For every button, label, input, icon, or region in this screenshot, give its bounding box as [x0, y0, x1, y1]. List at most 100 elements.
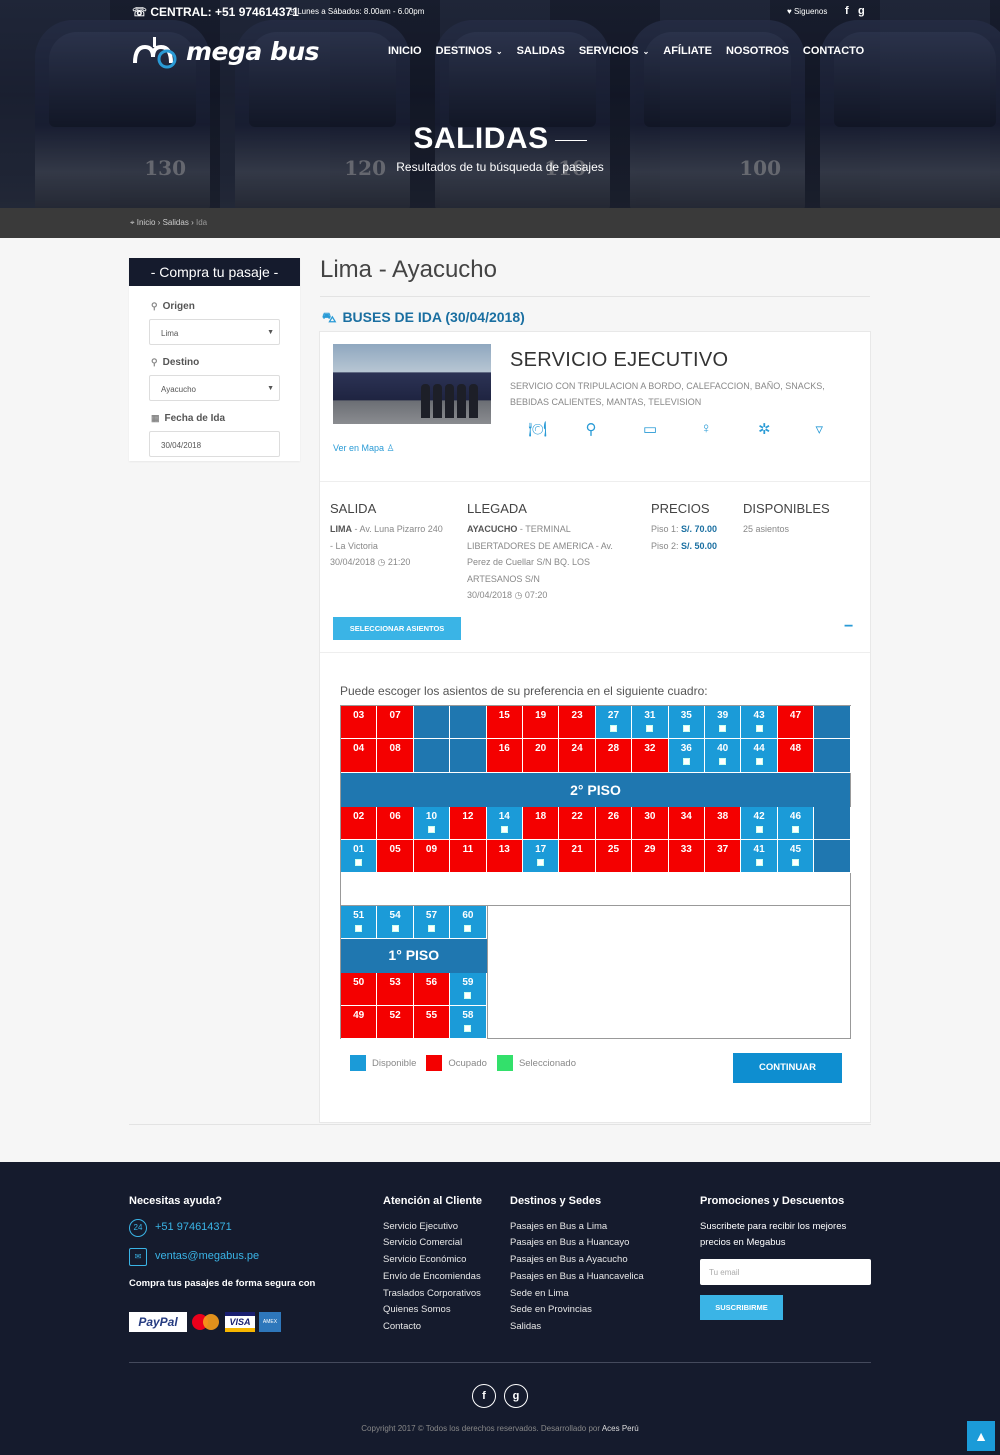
atencion-link[interactable]: Traslados Corporativos — [383, 1286, 482, 1303]
seat-checkbox[interactable] — [464, 991, 472, 999]
seat-50: 50 — [341, 972, 378, 1006]
seat-checkbox[interactable] — [755, 725, 763, 732]
collapse-icon[interactable]: − — [844, 618, 853, 636]
breadcrumb-salidas[interactable]: Salidas — [163, 218, 189, 227]
google-plus-icon[interactable]: g — [858, 5, 865, 17]
seat-44[interactable]: 44 — [741, 739, 778, 773]
newsletter-email-input[interactable]: Tu email — [700, 1259, 871, 1285]
destinos-link[interactable]: Pasajes en Bus a Huancayo — [510, 1235, 644, 1252]
fecha-ida-input[interactable]: 30/04/2018 — [149, 431, 280, 457]
seat-59[interactable]: 59 — [450, 972, 487, 1006]
seat-checkbox[interactable] — [719, 758, 727, 766]
paypal-logo: PayPal — [129, 1312, 187, 1332]
seat-57[interactable]: 57 — [413, 906, 451, 940]
seat-54[interactable]: 54 — [377, 906, 414, 940]
seat-checkbox[interactable] — [537, 858, 545, 866]
seat-29: 29 — [632, 839, 669, 874]
seat-39[interactable]: 39 — [705, 706, 742, 740]
seat-22: 22 — [559, 806, 596, 840]
seat-20: 20 — [523, 739, 560, 773]
seat-checkbox[interactable] — [755, 825, 763, 833]
seat-45[interactable]: 45 — [777, 839, 815, 874]
facebook-icon[interactable]: f — [845, 5, 849, 17]
seat-60[interactable]: 60 — [450, 906, 487, 940]
ver-mapa-link[interactable]: Ver en Mapa ♙ — [333, 443, 395, 454]
scroll-to-top-button[interactable]: ▲ — [967, 1421, 995, 1451]
developer-link[interactable]: Aces Perú — [602, 1424, 639, 1433]
nav-servicios[interactable]: SERVICIOS ⌄ — [579, 45, 649, 57]
destinos-link[interactable]: Pasajes en Bus a Ayacucho — [510, 1252, 644, 1269]
service-description: SERVICIO CON TRIPULACION A BORDO, CALEFA… — [510, 381, 825, 407]
destinos-link[interactable]: Pasajes en Bus a Huancavelica — [510, 1269, 644, 1286]
chevron-down-icon: ⌄ — [495, 47, 503, 56]
megabus-logo[interactable]: mega bus — [131, 33, 323, 73]
atencion-link[interactable]: Servicio Ejecutivo — [383, 1219, 482, 1236]
nav-contacto[interactable]: CONTACTO — [803, 45, 864, 57]
nav-salidas[interactable]: SALIDAS — [517, 45, 565, 57]
atencion-link[interactable]: Servicio Económico — [383, 1252, 482, 1269]
seat-checkbox[interactable] — [755, 858, 763, 866]
seat-checkbox[interactable] — [682, 758, 690, 766]
footer-email[interactable]: ✉ ventas@megabus.pe — [129, 1247, 315, 1266]
seat-checkbox[interactable] — [609, 725, 617, 732]
seat-10[interactable]: 10 — [413, 806, 451, 840]
nav-nosotros[interactable]: NOSOTROS — [726, 45, 789, 57]
destinos-link[interactable]: Salidas — [510, 1319, 644, 1336]
nav-inicio[interactable]: INICIO — [388, 45, 422, 57]
seat-19: 19 — [523, 706, 560, 740]
nav-afiliate[interactable]: AFÍLIATE — [663, 45, 712, 57]
seat-17[interactable]: 17 — [523, 839, 560, 874]
central-phone[interactable]: ☏ CENTRAL: +51 974614371 — [132, 5, 299, 19]
destino-select[interactable]: Ayacucho ▼ — [149, 375, 280, 401]
seat-36[interactable]: 36 — [668, 739, 705, 773]
seat-01[interactable]: 01 — [341, 839, 378, 874]
seat-43[interactable]: 43 — [741, 706, 778, 740]
footer-phone[interactable]: 24 +51 974614371 — [129, 1218, 315, 1237]
seat-46[interactable]: 46 — [777, 806, 815, 840]
seat-checkbox[interactable] — [791, 858, 799, 866]
aisle-cell — [413, 739, 451, 773]
facebook-icon[interactable]: f — [472, 1384, 496, 1408]
seat-51[interactable]: 51 — [341, 906, 378, 940]
seat-27[interactable]: 27 — [595, 706, 633, 740]
destinos-link[interactable]: Pasajes en Bus a Lima — [510, 1219, 644, 1236]
seat-checkbox[interactable] — [427, 925, 435, 932]
waste-bin-icon: ▿ — [815, 421, 824, 438]
destinos-link[interactable]: Sede en Lima — [510, 1286, 644, 1303]
seat-checkbox[interactable] — [355, 858, 363, 866]
seat-checkbox[interactable] — [719, 725, 727, 732]
seat-checkbox[interactable] — [646, 725, 654, 732]
destinos-link[interactable]: Sede en Provincias — [510, 1302, 644, 1319]
atencion-link[interactable]: Quienes Somos — [383, 1302, 482, 1319]
continuar-button[interactable]: CONTINUAR — [733, 1053, 842, 1083]
breadcrumb-home[interactable]: Inicio — [137, 218, 156, 227]
seat-35[interactable]: 35 — [668, 706, 705, 740]
location-pin-icon: ⚲ — [585, 421, 597, 438]
atencion-link[interactable]: Envío de Encomiendas — [383, 1269, 482, 1286]
seat-checkbox[interactable] — [755, 758, 763, 766]
seat-checkbox[interactable] — [464, 925, 472, 932]
seat-checkbox[interactable] — [464, 1024, 472, 1032]
seat-checkbox[interactable] — [355, 925, 363, 932]
seleccionar-asientos-button[interactable]: SELECCIONAR ASIENTOS — [333, 617, 461, 640]
seat-checkbox[interactable] — [391, 925, 399, 932]
google-plus-icon[interactable]: g — [504, 1384, 528, 1408]
seat-number: 11 — [462, 843, 474, 855]
suscribirme-button[interactable]: SUSCRIBIRME — [700, 1295, 783, 1320]
seat-checkbox[interactable] — [500, 825, 508, 833]
atencion-link[interactable]: Contacto — [383, 1319, 482, 1336]
llegada-details: AYACUCHO - TERMINAL LIBERTADORES DE AMER… — [467, 521, 632, 604]
seat-42[interactable]: 42 — [741, 806, 778, 840]
seat-14[interactable]: 14 — [486, 806, 523, 840]
origen-select[interactable]: Lima ▼ — [149, 319, 280, 345]
seat-number: 45 — [789, 843, 802, 855]
atencion-link[interactable]: Servicio Comercial — [383, 1235, 482, 1252]
seat-checkbox[interactable] — [791, 825, 799, 833]
seat-58[interactable]: 58 — [450, 1005, 487, 1040]
nav-destinos[interactable]: DESTINOS ⌄ — [436, 45, 503, 57]
seat-41[interactable]: 41 — [741, 839, 778, 874]
seat-40[interactable]: 40 — [705, 739, 742, 773]
seat-31[interactable]: 31 — [632, 706, 669, 740]
seat-checkbox[interactable] — [682, 725, 690, 732]
seat-checkbox[interactable] — [427, 825, 435, 833]
